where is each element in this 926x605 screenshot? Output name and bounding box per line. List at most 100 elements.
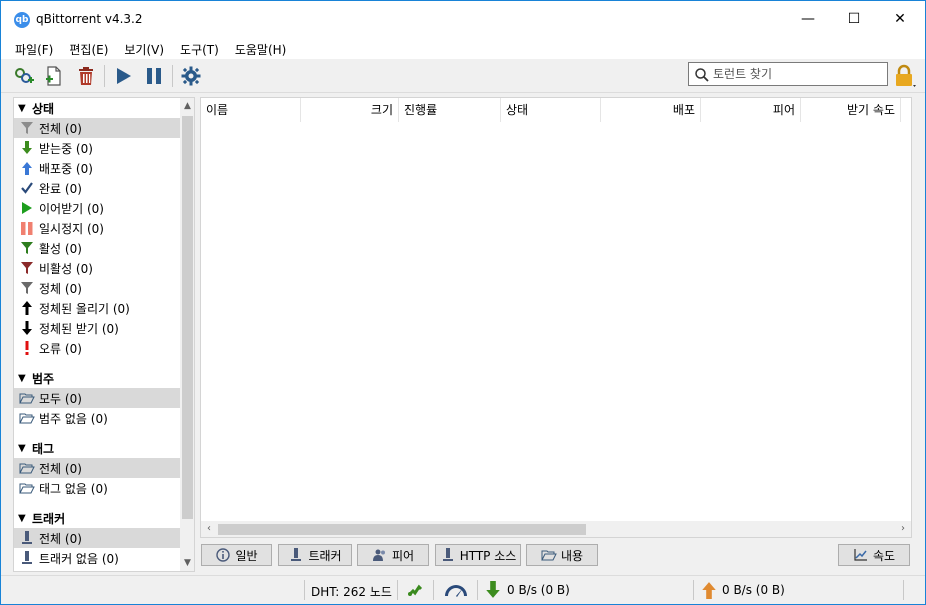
folder-icon [541, 548, 557, 562]
resume-button[interactable] [110, 63, 136, 89]
tag-item-untagged[interactable]: 태그 없음 (0) [14, 478, 180, 498]
menu-help[interactable]: 도움말(H) [227, 37, 295, 59]
search-icon [695, 68, 709, 82]
options-button[interactable] [178, 63, 204, 89]
table-header: 이름 크기 진행률 상태 배포 피어 받기 속도 [201, 98, 911, 122]
status-item-label: 비활성 (0) [39, 261, 93, 276]
arrow-down-icon [18, 320, 36, 336]
tab-content[interactable]: 내용 [526, 544, 598, 566]
properties-tabs: 일반 트래커 피어 HTTP 소스 내용 속도 [200, 543, 912, 569]
users-icon [372, 548, 388, 562]
status-item-active[interactable]: 활성 (0) [14, 238, 180, 258]
speed-limit-icon[interactable] [443, 581, 469, 599]
column-size[interactable]: 크기 [301, 98, 399, 122]
app-icon: qb [14, 12, 30, 28]
tracker-item-error[interactable]: 오류 [14, 568, 180, 571]
status-item-seeding[interactable]: 배포중 (0) [14, 158, 180, 178]
add-link-button[interactable] [11, 63, 37, 89]
tracker-item-trackerless[interactable]: 트래커 없음 (0) [14, 548, 180, 568]
play-icon [18, 200, 36, 216]
add-torrent-file-button[interactable] [41, 63, 67, 89]
tab-speed[interactable]: 속도 [838, 544, 910, 566]
status-item-errored[interactable]: 오류 (0) [14, 338, 180, 358]
dht-nodes: DHT: 262 노드 [311, 585, 392, 599]
download-icon [18, 140, 36, 156]
column-progress[interactable]: 진행률 [399, 98, 501, 122]
gear-icon [181, 66, 201, 86]
column-name[interactable]: 이름 [201, 98, 301, 122]
tab-http-sources[interactable]: HTTP 소스 [435, 544, 521, 566]
error-icon [18, 340, 36, 356]
menu-file[interactable]: 파일(F) [7, 37, 61, 59]
column-peers[interactable]: 피어 [701, 98, 801, 122]
column-download-speed[interactable]: 받기 속도 [801, 98, 901, 122]
scrollbar-thumb[interactable] [218, 524, 586, 535]
trackers-section-header[interactable]: ▼ 트래커 [14, 508, 180, 528]
scroll-down-icon[interactable]: ▼ [180, 555, 194, 571]
menu-edit[interactable]: 편집(E) [61, 37, 116, 59]
main-window: qb qBittorrent v4.3.2 — ☐ ✕ 파일(F) 편집(E) … [0, 0, 926, 605]
download-speed: 0 B/s (0 B) [507, 583, 570, 597]
tracker-icon [288, 548, 304, 562]
menu-tools[interactable]: 도구(T) [172, 37, 227, 59]
status-item-all[interactable]: 전체 (0) [14, 118, 180, 138]
category-item-uncategorized[interactable]: 범주 없음 (0) [14, 408, 180, 428]
filter-icon [18, 260, 36, 276]
minimize-button[interactable]: — [785, 1, 831, 37]
category-item-all[interactable]: 모두 (0) [14, 388, 180, 408]
trash-icon [79, 67, 93, 85]
status-item-label: 이어받기 (0) [39, 201, 104, 216]
play-icon [117, 68, 131, 84]
tracker-item-label: 전체 (0) [39, 531, 82, 546]
lock-button[interactable] [892, 63, 918, 89]
pause-button[interactable] [141, 63, 167, 89]
sidebar-scrollbar[interactable]: ▲ ▼ [180, 98, 194, 571]
maximize-button[interactable]: ☐ [831, 1, 877, 37]
chevron-down-icon: ▼ [18, 102, 26, 114]
tab-general[interactable]: 일반 [201, 544, 272, 566]
status-item-paused[interactable]: 일시정지 (0) [14, 218, 180, 238]
status-item-stalled[interactable]: 정체 (0) [14, 278, 180, 298]
filter-icon [18, 280, 36, 296]
section-title: 상태 [32, 101, 55, 116]
categories-section-header[interactable]: ▼ 범주 [14, 368, 180, 388]
window-title: qBittorrent v4.3.2 [36, 12, 143, 26]
connection-status-icon[interactable] [405, 581, 425, 599]
scroll-right-icon[interactable]: › [895, 521, 911, 537]
scroll-left-icon[interactable]: ‹ [201, 521, 217, 537]
tab-peers[interactable]: 피어 [357, 544, 429, 566]
close-button[interactable]: ✕ [877, 1, 923, 37]
status-item-resumed[interactable]: 이어받기 (0) [14, 198, 180, 218]
column-seeds[interactable]: 배포 [601, 98, 701, 122]
tracker-item-all[interactable]: 전체 (0) [14, 528, 180, 548]
status-item-inactive[interactable]: 비활성 (0) [14, 258, 180, 278]
status-item-stalled-uploading[interactable]: 정체된 올리기 (0) [14, 298, 180, 318]
torrent-list[interactable]: 이름 크기 진행률 상태 배포 피어 받기 속도 ‹ › [200, 97, 912, 538]
status-item-label: 오류 (0) [39, 341, 82, 356]
section-title: 범주 [32, 371, 55, 386]
tag-item-label: 태그 없음 (0) [39, 481, 108, 496]
delete-button[interactable] [73, 63, 99, 89]
status-item-downloading[interactable]: 받는중 (0) [14, 138, 180, 158]
toolbar-separator [104, 65, 105, 87]
table-horizontal-scrollbar[interactable]: ‹ › [201, 521, 911, 537]
status-section-header[interactable]: ▼ 상태 [14, 98, 180, 118]
scroll-up-icon[interactable]: ▲ [180, 98, 194, 114]
status-item-stalled-downloading[interactable]: 정체된 받기 (0) [14, 318, 180, 338]
tab-trackers[interactable]: 트래커 [278, 544, 352, 566]
lock-icon [896, 64, 916, 87]
check-icon [18, 180, 36, 196]
search-box[interactable] [688, 62, 888, 86]
scrollbar-thumb[interactable] [182, 116, 193, 519]
status-separator [433, 580, 434, 600]
column-status[interactable]: 상태 [501, 98, 601, 122]
status-item-label: 정체된 올리기 (0) [39, 301, 130, 316]
menu-view[interactable]: 보기(V) [116, 37, 172, 59]
tags-section-header[interactable]: ▼ 태그 [14, 438, 180, 458]
search-input[interactable] [713, 65, 883, 83]
tab-label: 속도 [872, 548, 896, 563]
folder-icon [18, 460, 36, 476]
upload-icon [18, 160, 36, 176]
status-item-completed[interactable]: 완료 (0) [14, 178, 180, 198]
tag-item-all[interactable]: 전체 (0) [14, 458, 180, 478]
